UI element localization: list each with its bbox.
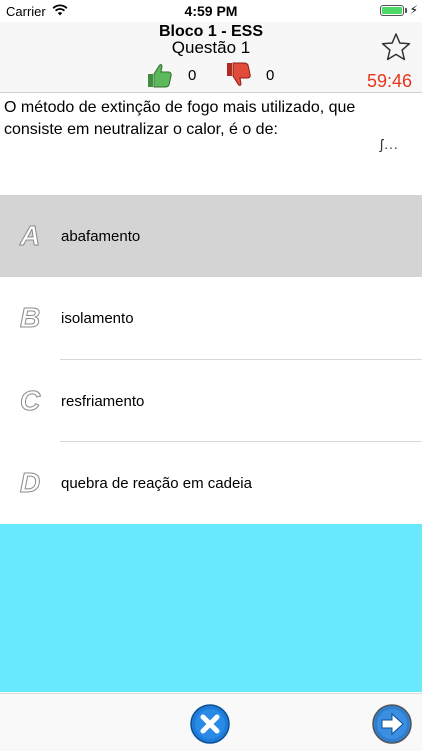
countdown-timer: 59:46 (366, 71, 412, 91)
option-text: resfriamento (61, 393, 145, 410)
option-text: quebra de reação em cadeia (61, 475, 252, 492)
option-text: abafamento (61, 228, 141, 245)
option-text: isolamento (61, 310, 134, 327)
option-d[interactable]: D quebra de reação em cadeia (0, 442, 422, 524)
option-letter: A (19, 220, 41, 252)
dislikes-count: 0 (266, 67, 275, 84)
battery-icon (380, 5, 404, 16)
option-letter: B (19, 302, 41, 334)
more-indicator[interactable]: ʃ... (380, 136, 399, 152)
next-arrow-icon[interactable] (372, 704, 412, 744)
option-letter: C (19, 385, 41, 417)
option-letter: D (19, 467, 41, 499)
star-icon[interactable] (381, 32, 411, 62)
header: Bloco 1 - ESS Questão 1 0 0 59:46 (0, 22, 422, 93)
thumbs-up-icon[interactable] (145, 61, 173, 89)
battery-cap (405, 8, 407, 13)
question-text: O método de extinção de fogo mais utiliz… (4, 99, 356, 138)
question-number: Questão 1 (171, 38, 251, 57)
status-time: 4:59 PM (184, 3, 238, 19)
likes-count: 0 (188, 67, 197, 84)
close-icon[interactable] (190, 704, 230, 744)
option-b[interactable]: B isolamento (0, 277, 422, 359)
banner-area (0, 524, 422, 692)
charging-bolt-icon: ⚡ (409, 3, 418, 17)
option-c[interactable]: C resfriamento (0, 360, 422, 442)
status-bar: Carrier 4:59 PM ⚡ (0, 0, 422, 22)
option-a[interactable]: A abafamento (0, 195, 422, 277)
thumbs-down-icon[interactable] (224, 61, 252, 89)
bottom-toolbar (0, 693, 422, 751)
